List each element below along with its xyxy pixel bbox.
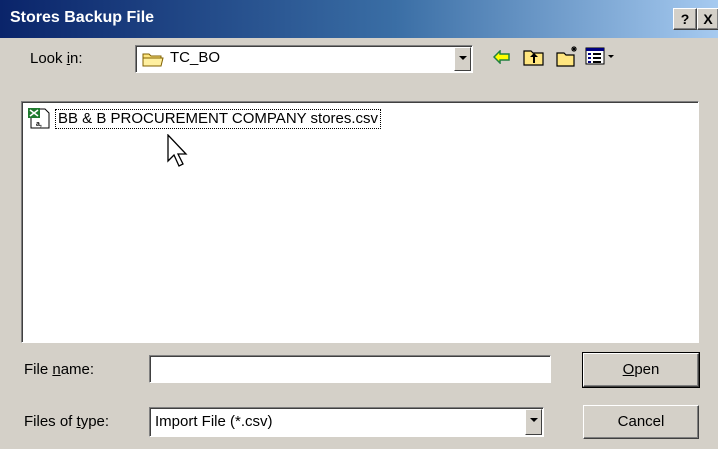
cancel-button[interactable]: Cancel <box>583 405 699 439</box>
mouse-cursor-icon <box>167 133 191 174</box>
help-button[interactable]: ? <box>673 8 697 30</box>
view-menu-icon[interactable] <box>585 47 617 69</box>
folder-icon <box>142 51 164 71</box>
new-folder-icon[interactable] <box>556 44 580 72</box>
file-type-value: Import File (*.csv) <box>155 413 273 430</box>
file-name[interactable]: BB & B PROCUREMENT COMPANY stores.csv <box>55 109 382 129</box>
look-in-label: Look in: <box>30 50 83 67</box>
svg-text:a,: a, <box>36 121 42 128</box>
back-arrow-icon[interactable] <box>492 49 511 68</box>
file-type-dropdown-arrow[interactable] <box>525 409 542 435</box>
look-in-value: TC_BO <box>170 49 221 66</box>
close-button[interactable]: X <box>697 8 718 30</box>
excel-csv-file-icon: a, <box>27 107 53 133</box>
file-name-label: File name: <box>24 361 95 378</box>
window-title: Stores Backup File <box>10 9 155 26</box>
file-type-label: Files of type: <box>24 413 110 430</box>
file-list[interactable]: a, BB & B PROCUREMENT COMPANY stores.csv <box>21 101 699 343</box>
open-button[interactable]: Open <box>582 352 700 388</box>
title-bar: Stores Backup File ? X <box>0 0 718 38</box>
file-type-dropdown[interactable]: Import File (*.csv) <box>149 407 544 437</box>
up-folder-icon[interactable] <box>523 47 545 71</box>
look-in-dropdown[interactable]: TC_BO <box>135 45 473 73</box>
file-name-input[interactable] <box>149 355 551 383</box>
look-in-dropdown-arrow[interactable] <box>454 47 471 71</box>
